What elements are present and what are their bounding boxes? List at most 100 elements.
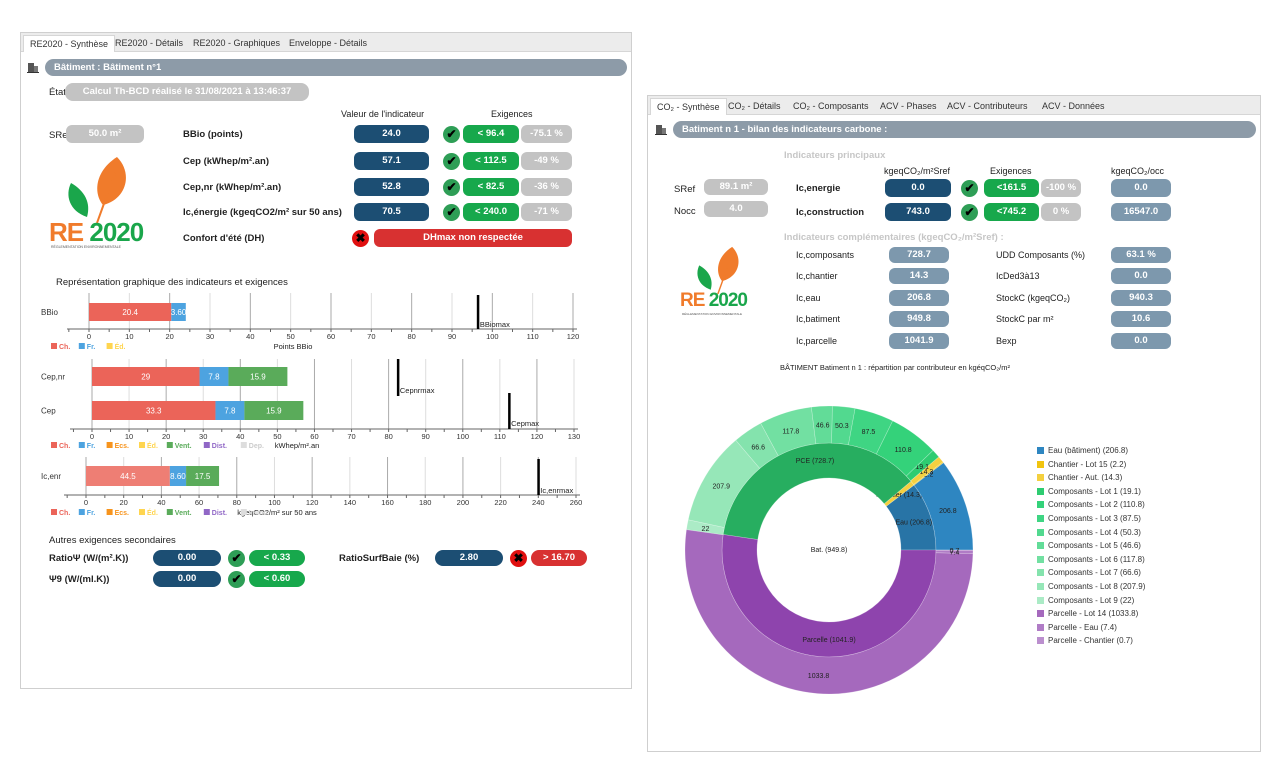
legend-item: Parcelle - Eau (7.4) [1037, 623, 1117, 632]
legend-swatch [166, 509, 173, 515]
threshold-label: Cepmax [511, 419, 539, 428]
tick-label: 120 [306, 498, 319, 507]
outer-segment-label: 206.8 [939, 508, 957, 515]
tick-label: 80 [233, 498, 241, 507]
legend-item: Parcelle - Chantier (0.7) [1037, 636, 1133, 645]
tick-label: 60 [195, 498, 203, 507]
cross-icon: ✖ [510, 550, 527, 567]
tick-label: 100 [268, 498, 281, 507]
tick-label: 20 [162, 432, 170, 441]
legend-swatch [139, 509, 145, 515]
legend-swatch [78, 442, 85, 448]
comp-value: 0.0 [1111, 268, 1171, 284]
legend-label: Composants - Lot 5 (46.6) [1048, 541, 1141, 551]
legend-swatch [1037, 515, 1044, 522]
outer-segment-label: 207.9 [713, 484, 731, 491]
x-axis-title: Points BBio [274, 342, 313, 351]
legend-label: Dep. [249, 443, 264, 450]
legend-label: Parcelle - Chantier (0.7) [1048, 636, 1133, 646]
tick-label: 20 [165, 332, 173, 341]
legend-swatch [1037, 542, 1044, 550]
legend-item: Composants - Lot 1 (19.1) [1037, 487, 1141, 496]
legend-label: Fr. [87, 443, 96, 450]
legend-item: Composants - Lot 7 (66.6) [1037, 568, 1141, 577]
legend-swatch [203, 509, 210, 515]
legend-label: Composants - Lot 8 (207.9) [1048, 582, 1146, 591]
tab-acv-donnees[interactable]: ACV - Données [1036, 98, 1111, 115]
outer-segment-label: 0.7 [950, 548, 960, 555]
secondary-requirement: > 16.70 [531, 550, 587, 566]
segment-label: 15.9 [250, 373, 266, 382]
tick-label: 200 [457, 498, 470, 507]
secondary-value: 0.00 [153, 571, 221, 587]
segment-label: 20.4 [122, 308, 138, 317]
legend-label: Chantier - Lot 15 (2.2) [1048, 459, 1127, 469]
comp-value: 940.3 [1111, 290, 1171, 306]
tick-label: 0 [90, 432, 94, 441]
tick-label: 50 [286, 332, 294, 341]
legend-swatch [1037, 528, 1044, 536]
tick-label: 30 [206, 332, 214, 341]
legend-label: Ch. [59, 443, 70, 450]
legend-swatch [1037, 555, 1044, 563]
tick-label: 220 [494, 498, 507, 507]
legend-swatch [139, 442, 145, 448]
inner-segment-label: Parcelle (1041.9) [802, 637, 855, 644]
outer-segment-label: 46.6 [816, 423, 830, 430]
legend-item: Chantier - Lot 15 (2.2) [1037, 460, 1126, 469]
secondary-label: RatioSurfBaie (%) [339, 553, 420, 564]
legend-label: Parcelle - Lot 14 (1033.8) [1048, 609, 1139, 619]
tick-label: 60 [327, 332, 335, 341]
tick-label: 60 [310, 432, 318, 441]
legend-label: Composants - Lot 3 (87.5) [1048, 514, 1141, 523]
threshold-label: Cepnrmax [400, 386, 435, 395]
legend-label: Fr. [87, 344, 96, 351]
segment-label: 0 [220, 472, 225, 481]
tick-label: 40 [246, 332, 254, 341]
tick-label: 100 [457, 432, 470, 441]
legend-swatch [1037, 610, 1044, 618]
center-label: Bat. (949.8) [811, 547, 848, 554]
segment-label: 15.9 [266, 407, 282, 416]
legend-label: Éd. [147, 508, 158, 517]
legend-label: Fr. [87, 510, 96, 517]
legend-label: Eau (bâtiment) (206.8) [1048, 446, 1129, 455]
per-occupant-value: 0.0 [1111, 179, 1171, 197]
tick-label: 90 [448, 332, 456, 341]
outer-segment-label: 66.6 [751, 444, 765, 451]
segment-label: 7.8 [224, 407, 236, 416]
legend-swatch [106, 509, 113, 515]
secondary-title: Autres exigences secondaires [49, 535, 176, 546]
co2-window: CO₂ - Synthèse CO₂ - Détails CO₂ - Compo… [647, 95, 1261, 752]
sunburst-chart: Eau (206.8)Chantier (14.3)PCE (728.7)Par… [684, 405, 974, 695]
secondary-value: 2.80 [435, 550, 503, 566]
legend-label: Ch. [59, 344, 70, 351]
legend-swatch [240, 442, 247, 448]
outer-segment-label: 50.3 [835, 423, 849, 430]
inner-segment-label: Eau (206.8) [895, 519, 932, 526]
tick-label: 110 [494, 432, 506, 441]
legend-swatch [106, 343, 113, 349]
check-icon: ✔ [228, 550, 245, 567]
legend-swatch [166, 442, 173, 448]
secondary-label: RatioΨ (W/(m².K)) [49, 553, 129, 564]
tick-label: 40 [236, 432, 244, 441]
segment-label: 8.60 [170, 472, 186, 481]
legend-swatch [51, 442, 57, 448]
legend-swatch [1037, 569, 1044, 577]
tick-label: 100 [486, 332, 499, 341]
legend-swatch [78, 509, 85, 515]
comp-value: 63.1 % [1111, 247, 1171, 263]
per-occupant-value: 16547.0 [1111, 203, 1171, 221]
tick-label: 10 [125, 432, 133, 441]
main-gap: -100 % [1041, 179, 1081, 197]
segment-label: 44.5 [120, 472, 136, 481]
legend-swatch [1037, 583, 1044, 590]
tick-label: 70 [347, 432, 355, 441]
legend-label: Dist. [212, 443, 227, 450]
legend-item: Composants - Lot 4 (50.3) [1037, 528, 1141, 537]
legend-swatch [1037, 447, 1044, 454]
secondary-label: Ψ9 (W/(ml.K)) [49, 574, 110, 585]
legend-swatch [1037, 460, 1044, 468]
comp-value: 10.6 [1111, 311, 1171, 327]
